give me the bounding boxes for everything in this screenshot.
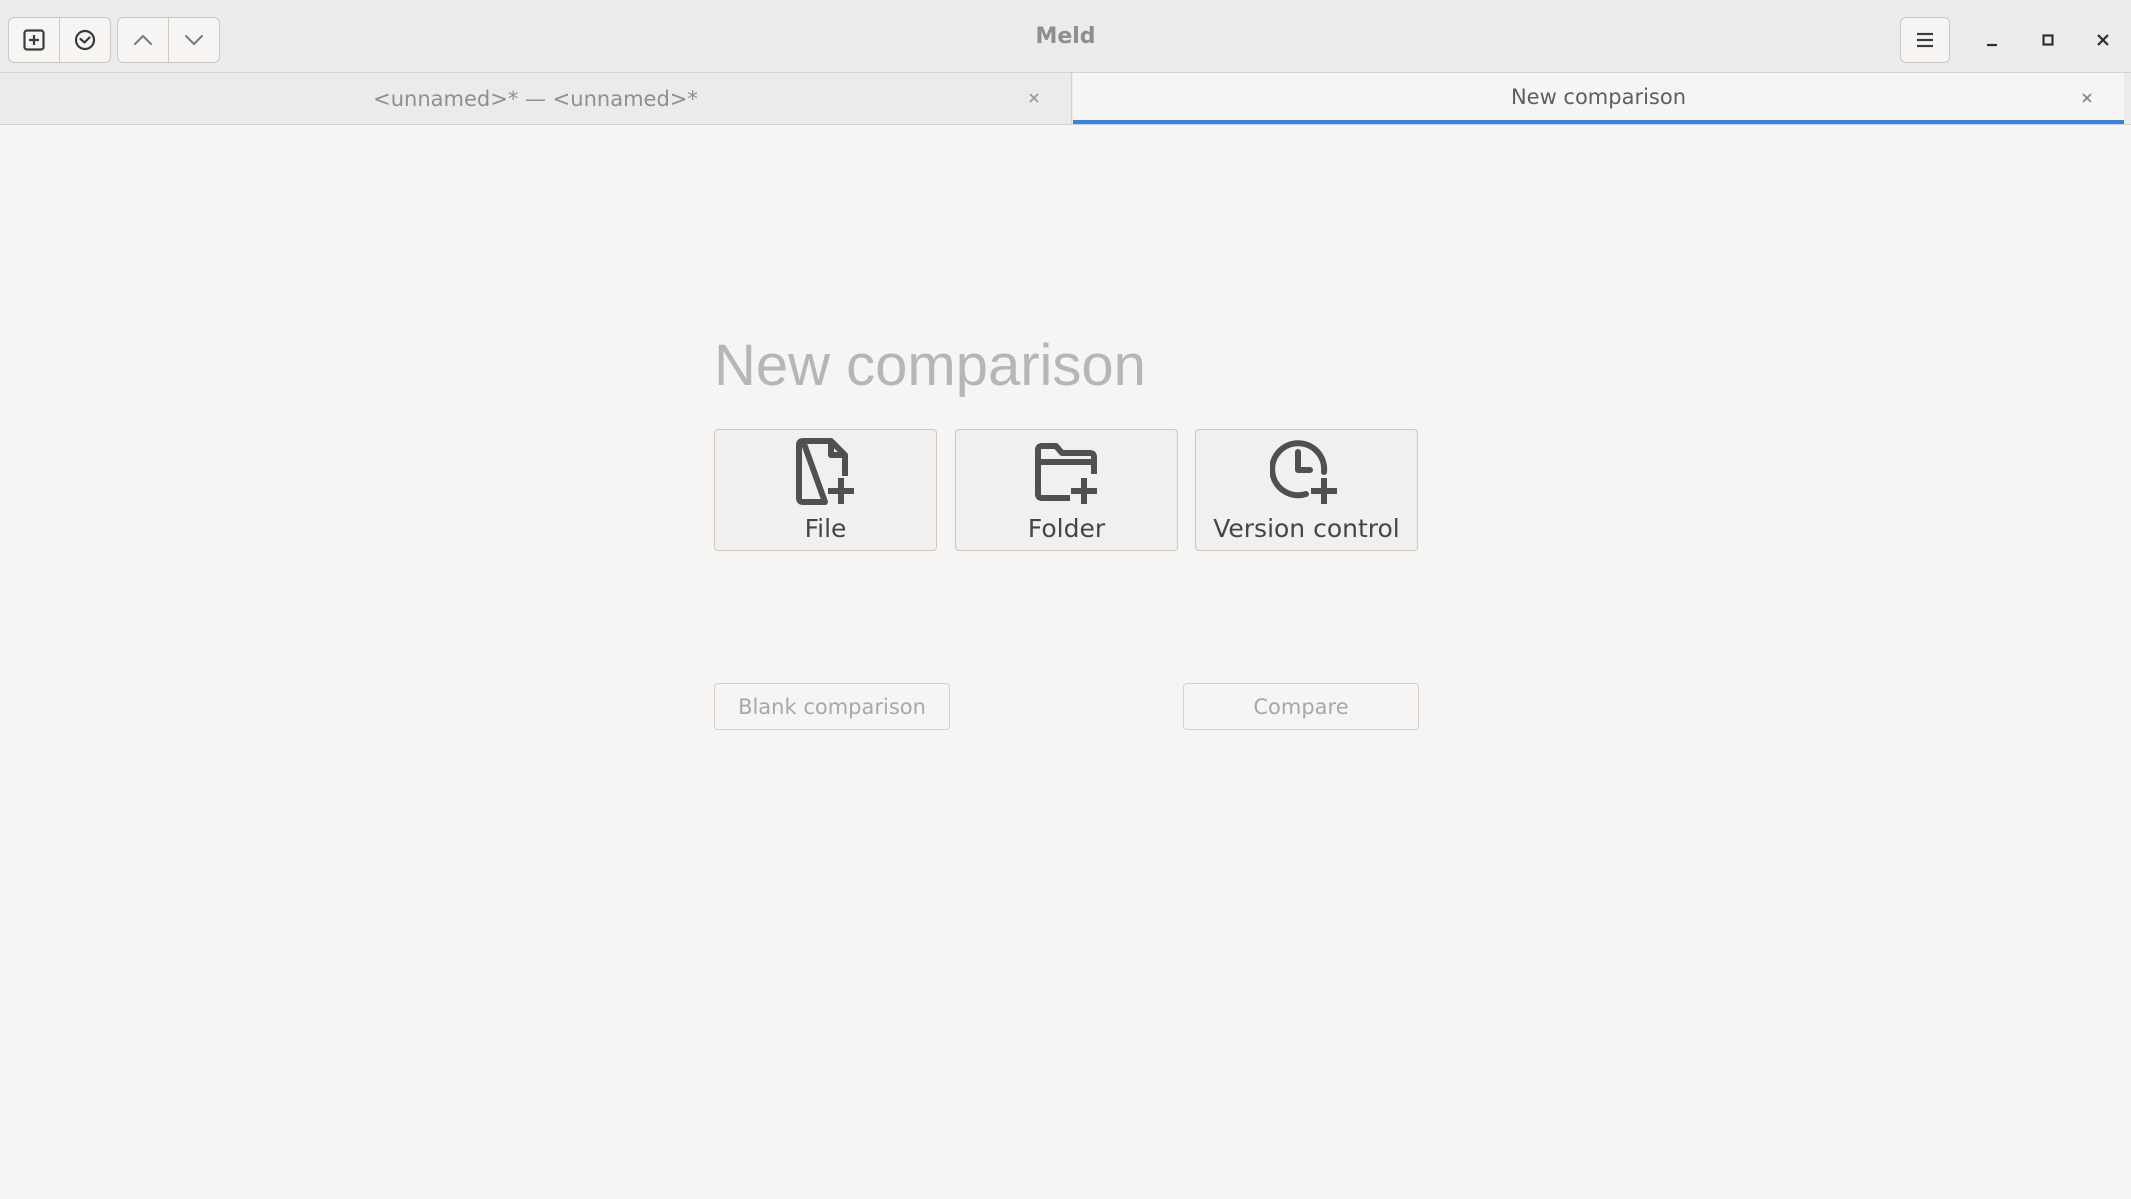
minimize-icon bbox=[1987, 43, 1997, 47]
tab-unnamed-comparison[interactable]: <unnamed>* — <unnamed>* bbox=[0, 73, 1072, 124]
tab-close-button[interactable] bbox=[2074, 85, 2100, 111]
blank-comparison-button[interactable]: Blank comparison bbox=[714, 683, 950, 730]
header-bar: Meld bbox=[0, 0, 2131, 73]
version-control-comparison-button[interactable]: Version control bbox=[1195, 429, 1418, 551]
tab-bar: <unnamed>* — <unnamed>* New comparison bbox=[0, 73, 2131, 125]
close-icon bbox=[2082, 93, 2092, 103]
tab-label: New comparison bbox=[1510, 84, 1687, 109]
choice-label: Folder bbox=[1027, 514, 1106, 543]
window-title: Meld bbox=[1035, 24, 1096, 49]
file-comparison-button[interactable]: File bbox=[714, 429, 937, 551]
close-icon bbox=[1029, 93, 1039, 103]
minimize-button[interactable] bbox=[1972, 20, 2012, 60]
meld-window: Meld <unnamed>* — <unnamed>* New compari… bbox=[0, 0, 2131, 1199]
maximize-icon bbox=[2042, 34, 2054, 46]
choice-label: File bbox=[804, 514, 847, 543]
tab-new-comparison[interactable]: New comparison bbox=[1073, 73, 2124, 124]
page-title: New comparison bbox=[714, 333, 1146, 398]
main-menu-button[interactable] bbox=[1900, 17, 1950, 63]
close-icon bbox=[2097, 34, 2109, 46]
tab-close-button[interactable] bbox=[1021, 85, 1047, 111]
folder-comparison-button[interactable]: Folder bbox=[955, 429, 1178, 551]
compare-button[interactable]: Compare bbox=[1183, 683, 1419, 730]
close-window-button[interactable] bbox=[2083, 20, 2123, 60]
file-add-icon bbox=[795, 438, 854, 505]
version-control-add-icon bbox=[1269, 440, 1337, 504]
hamburger-menu-icon bbox=[1917, 32, 1933, 48]
choice-label: Version control bbox=[1213, 514, 1400, 543]
tab-label: <unnamed>* — <unnamed>* bbox=[373, 86, 698, 111]
maximize-button[interactable] bbox=[2028, 20, 2068, 60]
folder-add-icon bbox=[1034, 443, 1097, 504]
